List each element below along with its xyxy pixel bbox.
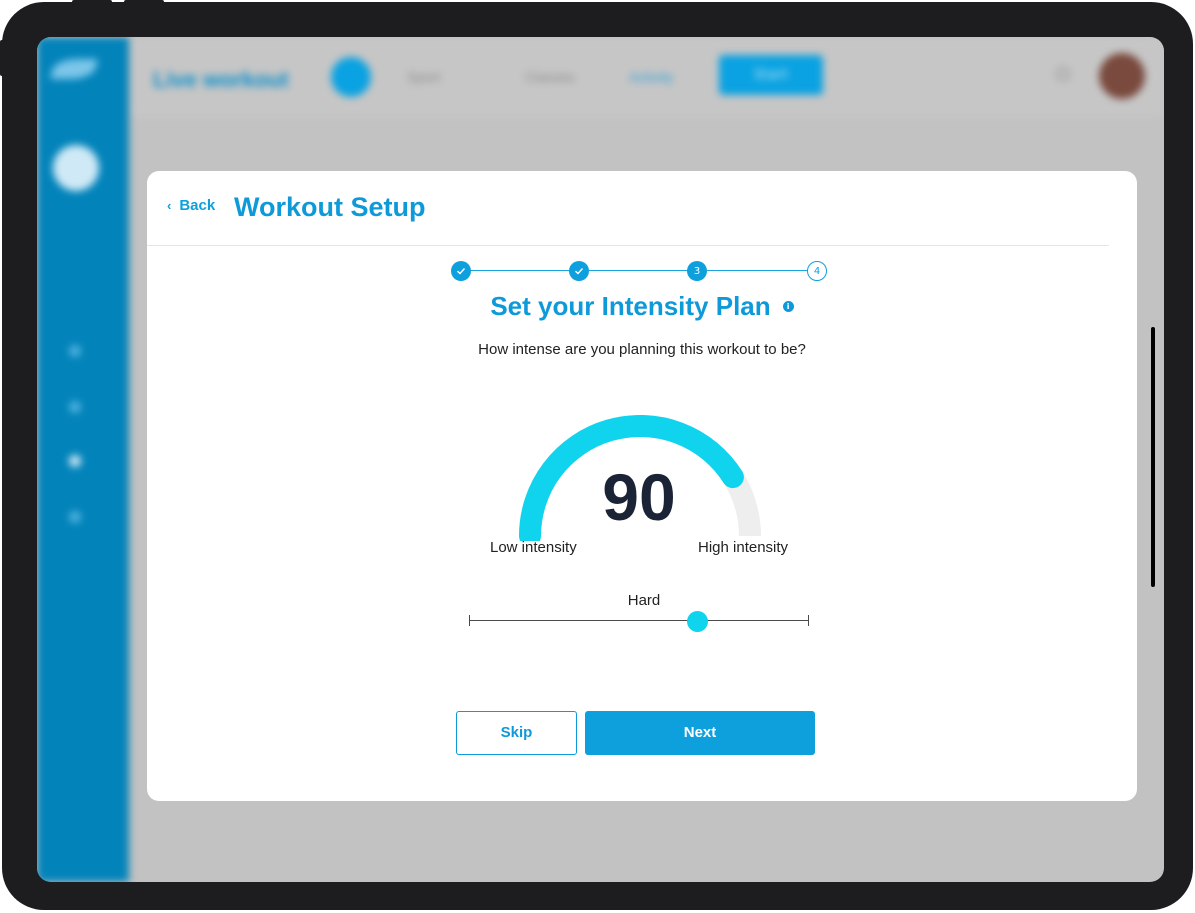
- background-link: Activity: [629, 69, 674, 85]
- screen: Live workout Sport Classes Activity Star…: [37, 37, 1164, 882]
- intensity-value: 90: [602, 460, 676, 534]
- background-title: Live workout: [153, 67, 289, 92]
- brand-logo: [49, 59, 99, 79]
- step-1: [451, 261, 471, 281]
- next-button[interactable]: Next: [585, 711, 815, 755]
- skip-button[interactable]: Skip: [456, 711, 577, 755]
- back-button[interactable]: ‹ Back: [167, 197, 215, 214]
- slider-thumb[interactable]: [686, 611, 708, 632]
- sidebar-nav-icon: [69, 401, 81, 413]
- step-connector: [469, 270, 573, 271]
- background-sidebar: [37, 37, 129, 882]
- step-connector: [589, 270, 691, 271]
- check-icon: [457, 268, 466, 275]
- user-avatar: [1099, 53, 1145, 99]
- section-title: Set your Intensity Plan: [490, 291, 771, 321]
- hardware-button: [124, 0, 164, 6]
- workout-setup-modal: ‹ Back Workout Setup 3 4 Set your Intens…: [147, 171, 1137, 801]
- tablet-frame: Live workout Sport Classes Activity Star…: [2, 2, 1193, 910]
- intensity-slider[interactable]: [469, 611, 809, 632]
- intensity-question: How intense are you planning this workou…: [478, 341, 806, 358]
- intensity-level-label: Hard: [627, 592, 661, 609]
- check-icon: [575, 268, 584, 275]
- section-heading: Set your Intensity Plan i: [147, 291, 1137, 322]
- progress-stepper: 3 4: [147, 260, 1137, 284]
- hardware-button: [0, 40, 6, 76]
- low-intensity-label: Low intensity: [490, 539, 577, 556]
- search-icon: [1056, 67, 1070, 81]
- background-header: Live workout Sport Classes Activity Star…: [129, 37, 1164, 117]
- sidebar-avatar: [53, 145, 99, 191]
- background-dropdown: Sport: [407, 69, 441, 85]
- chevron-left-icon: ‹: [167, 198, 172, 213]
- side-indicator: [1151, 327, 1155, 587]
- high-intensity-label: High intensity: [698, 539, 789, 556]
- sidebar-nav-icon: [69, 455, 81, 467]
- background-indicator: [331, 57, 371, 97]
- slider-max-tick: [808, 615, 809, 626]
- back-label: Back: [179, 197, 216, 214]
- slider-track[interactable]: [469, 620, 809, 621]
- modal-title: Workout Setup: [234, 192, 426, 222]
- hardware-button: [72, 0, 112, 6]
- sidebar-nav-icon: [69, 345, 81, 357]
- sidebar-nav-icon: [69, 511, 81, 523]
- modal-header: ‹ Back Workout Setup: [147, 171, 1109, 246]
- step-2: [569, 261, 589, 281]
- step-connector: [707, 270, 809, 271]
- background-button: Start: [719, 55, 823, 95]
- slider-min-tick: [469, 615, 470, 626]
- info-icon[interactable]: i: [782, 301, 794, 312]
- step-3: 3: [687, 261, 707, 281]
- step-4: 4: [807, 261, 827, 281]
- background-dropdown: Classes: [525, 69, 575, 85]
